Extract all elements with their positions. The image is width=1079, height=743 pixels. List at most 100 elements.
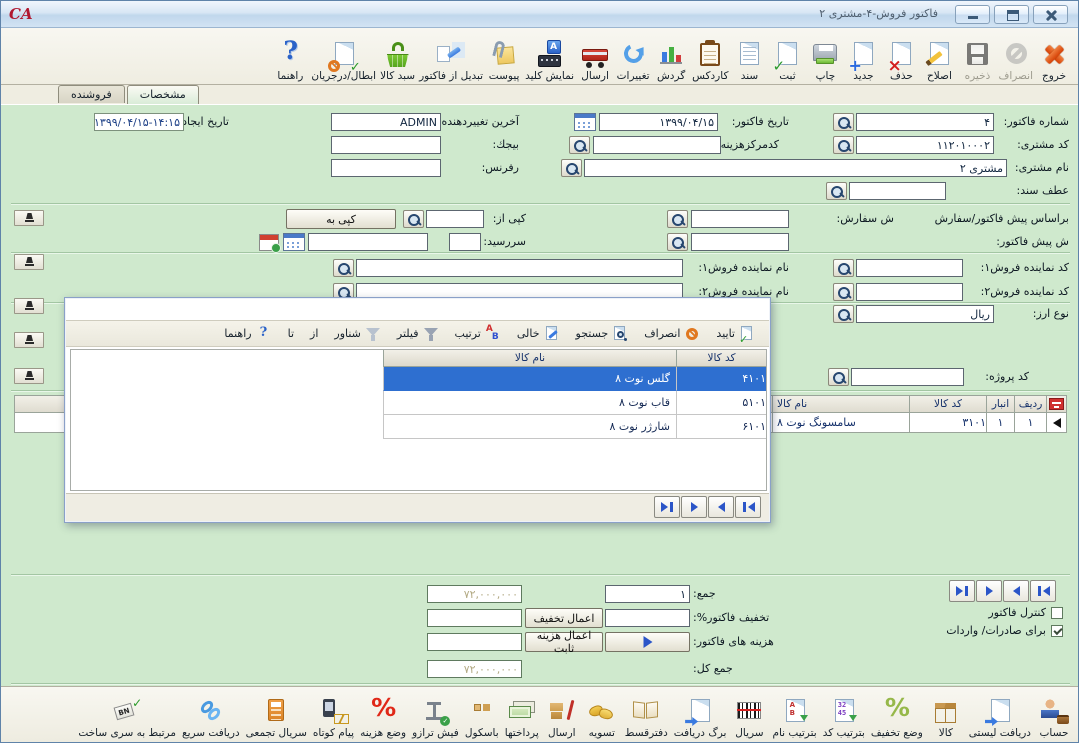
due-date-field[interactable]: [308, 233, 428, 251]
first-record-button[interactable]: [1030, 580, 1056, 602]
popup-filter-button[interactable]: فیلتر: [389, 324, 447, 344]
maximize-button[interactable]: [994, 5, 1029, 24]
popup-empty-button[interactable]: خالی: [509, 324, 568, 344]
popup-search-button[interactable]: جستجو: [568, 324, 637, 344]
previous-record-button[interactable]: [1003, 580, 1029, 602]
popup-from-button[interactable]: از: [302, 325, 326, 342]
apply-fixed-expense-button[interactable]: اعمال هزینه ثابت: [525, 632, 603, 652]
popup-cell-code[interactable]: ۴۱۰۱: [676, 367, 766, 391]
toolbar-void-button[interactable]: ✓ابطال/درجریان: [309, 32, 378, 82]
close-button[interactable]: [1033, 5, 1068, 24]
reference-field[interactable]: [331, 159, 441, 177]
cell-item-code[interactable]: ۳۱۰۱: [909, 413, 986, 433]
agent1-code-search-button[interactable]: [833, 259, 854, 277]
popup-col-header-code[interactable]: کد کالا: [676, 350, 766, 367]
pin-button[interactable]: [14, 332, 44, 348]
agent1-name-search-button[interactable]: [333, 259, 354, 277]
toolbar-turnover-button[interactable]: گردش: [652, 32, 690, 82]
next-record-button[interactable]: [976, 580, 1002, 602]
toolbar-edit-button[interactable]: اصلاح: [920, 32, 958, 82]
bottom-weighbridge-button[interactable]: باسکول: [462, 690, 502, 739]
agent1-code-field[interactable]: [856, 259, 963, 277]
invoice-no-search-button[interactable]: [833, 113, 854, 131]
toolbar-print-button[interactable]: چاپ: [806, 32, 844, 82]
bottom-account-button[interactable]: حساب: [1034, 690, 1074, 739]
cell-row-no[interactable]: ۱: [1014, 413, 1046, 433]
popup-col-header-name[interactable]: نام کالا: [383, 350, 676, 367]
bijak-field[interactable]: [331, 136, 441, 154]
copy-from-field[interactable]: [426, 210, 484, 228]
col-header-row[interactable]: ردیف: [1014, 395, 1046, 413]
toolbar-show-keys-button[interactable]: نمایش کلید: [523, 32, 576, 82]
bottom-expense-status-button[interactable]: وضع هزینه: [357, 690, 409, 739]
bottom-sort-by-code-button[interactable]: بترتیب کد: [820, 690, 868, 739]
bottom-goods-button[interactable]: کالا: [926, 690, 966, 739]
popup-cell-name[interactable]: قاب نوت ۸: [383, 391, 676, 415]
invoice-discount-field[interactable]: [605, 609, 690, 627]
customer-code-field[interactable]: ۱۱۲۰۱۰۰۰۲: [856, 136, 994, 154]
order-no-search-button[interactable]: [667, 210, 688, 228]
currency-field[interactable]: ریال: [856, 305, 994, 323]
popup-cell-name[interactable]: شارژر نوت ۸: [383, 415, 676, 439]
proforma-no-field[interactable]: [691, 233, 789, 251]
pin-button[interactable]: [14, 254, 44, 270]
export-import-checkbox[interactable]: [1051, 625, 1063, 637]
bottom-quick-receive-button[interactable]: دریافت سریع: [179, 690, 243, 739]
popup-grid-row[interactable]: ۶۱۰۱ شارژر نوت ۸: [383, 415, 766, 439]
copy-to-button[interactable]: کپی به: [286, 209, 396, 229]
agent1-name-field[interactable]: [356, 259, 683, 277]
customer-name-search-button[interactable]: [561, 159, 582, 177]
toolbar-convert-button[interactable]: تبدیل از فاکتور: [417, 32, 485, 82]
col-header-item-name[interactable]: نام کالا: [772, 395, 909, 413]
bottom-receipt-sheet-button[interactable]: برگ دریافت: [671, 690, 730, 739]
customer-code-search-button[interactable]: [833, 136, 854, 154]
bottom-sort-by-name-button[interactable]: بترتیب نام: [769, 690, 819, 739]
popup-cell-code[interactable]: ۶۱۰۱: [676, 415, 766, 439]
cost-center-search-button[interactable]: [569, 136, 590, 154]
items-table-corner-cell[interactable]: [1046, 395, 1067, 413]
pin-button[interactable]: [14, 368, 44, 384]
popup-to-button[interactable]: تا: [280, 325, 302, 342]
invoice-control-checkbox[interactable]: [1051, 607, 1063, 619]
toolbar-save-button[interactable]: ذخیره: [958, 32, 996, 82]
invoice-date-field[interactable]: ۱۳۹۹/۰۴/۱۵: [599, 113, 718, 131]
due-date-calendar-button[interactable]: [283, 233, 305, 251]
toolbar-attachment-button[interactable]: پیوست: [485, 32, 523, 82]
popup-float-button[interactable]: شناور: [326, 324, 389, 344]
pin-button[interactable]: [14, 298, 44, 314]
toolbar-basket-button[interactable]: سبد کالا: [378, 32, 417, 82]
cost-center-field[interactable]: [593, 136, 721, 154]
toolbar-send-button[interactable]: ارسال: [576, 32, 614, 82]
toolbar-new-button[interactable]: جدید: [844, 32, 882, 82]
toolbar-kardex-button[interactable]: کاردکس: [690, 32, 730, 82]
popup-cell-name[interactable]: گلس نوت ۸: [383, 367, 676, 391]
bottom-bulk-serial-button[interactable]: سریال تجمعی: [243, 690, 310, 739]
bottom-dispatch-button[interactable]: ارسال: [542, 690, 582, 739]
bottom-serial-button[interactable]: سریال: [729, 690, 769, 739]
popup-last-record-button[interactable]: [654, 496, 680, 518]
toolbar-help-button[interactable]: راهنما: [271, 32, 309, 82]
toolbar-exit-button[interactable]: خروج: [1035, 32, 1073, 82]
toolbar-cancel-button[interactable]: انصراف: [996, 32, 1035, 82]
col-header-store[interactable]: انبار: [986, 395, 1014, 413]
agent2-code-field[interactable]: [856, 283, 963, 301]
bottom-build-series-button[interactable]: مرتبط به سری ساخت: [75, 690, 179, 739]
cell-store[interactable]: ۱: [986, 413, 1014, 433]
invoice-no-field[interactable]: ۴: [856, 113, 994, 131]
bottom-payments-button[interactable]: پرداختها: [502, 690, 542, 739]
invoice-date-calendar-button[interactable]: [574, 113, 596, 131]
currency-search-button[interactable]: [833, 305, 854, 323]
agent2-code-search-button[interactable]: [833, 283, 854, 301]
copy-from-search-button[interactable]: [403, 210, 424, 228]
invoice-expenses-expand-button[interactable]: [605, 632, 690, 652]
proforma-no-search-button[interactable]: [667, 233, 688, 251]
toolbar-post-button[interactable]: ثبت: [768, 32, 806, 82]
tab-specifications[interactable]: مشخصات: [127, 85, 199, 104]
popup-cancel-button[interactable]: انصراف: [636, 324, 708, 344]
bottom-receive-list-button[interactable]: دریافت لیستی: [966, 690, 1034, 739]
customer-name-field[interactable]: مشتری ۲: [584, 159, 1007, 177]
popup-first-record-button[interactable]: [735, 496, 761, 518]
popup-previous-record-button[interactable]: [708, 496, 734, 518]
toolbar-changes-button[interactable]: تغییرات: [614, 32, 652, 82]
bottom-settlement-button[interactable]: تسویه: [582, 690, 622, 739]
